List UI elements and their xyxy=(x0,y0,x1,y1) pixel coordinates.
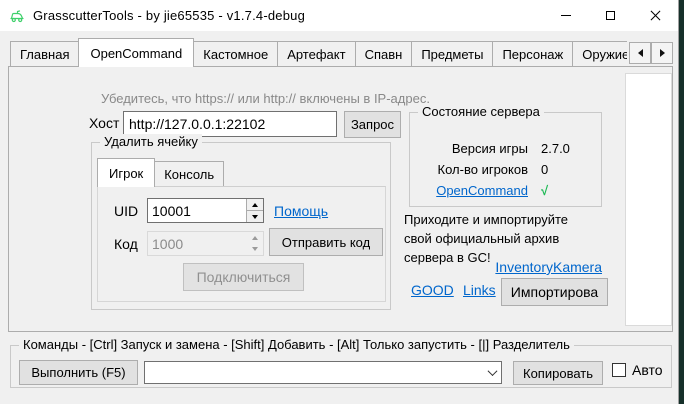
send-code-button[interactable]: Отправить код xyxy=(269,228,383,256)
side-list-panel xyxy=(625,73,672,326)
version-value: 2.7.0 xyxy=(541,141,570,156)
code-stepper xyxy=(147,231,264,256)
remove-cell-group: Удалить ячейку Игрок Консоль UID Помощь … xyxy=(91,142,391,310)
close-button[interactable] xyxy=(633,0,678,31)
opencommand-check: √ xyxy=(541,183,548,198)
players-value: 0 xyxy=(541,162,548,177)
tab-player[interactable]: Игрок xyxy=(97,158,155,187)
main-tabstrip: Главная OpenCommand Кастомное Артефакт С… xyxy=(10,38,627,67)
status-row-players: Кол-во игроков 0 xyxy=(410,162,601,177)
auto-checkbox-label: Авто xyxy=(632,362,663,378)
uid-label: UID xyxy=(114,203,138,219)
server-status-group-title: Состояние сервера xyxy=(418,104,544,119)
server-status-group: Состояние сервера Версия игры 2.7.0 Кол-… xyxy=(409,112,602,207)
code-input xyxy=(148,232,246,255)
tab-predmety[interactable]: Предметы xyxy=(411,41,493,67)
command-input[interactable] xyxy=(145,362,483,383)
commands-group-title: Команды - [Ctrl] Запуск и замена - [Shif… xyxy=(19,337,574,352)
remove-cell-tabstrip: Игрок Консоль xyxy=(97,158,224,187)
combo-dropdown-button[interactable] xyxy=(483,362,501,383)
command-combobox[interactable] xyxy=(144,361,502,384)
spin-up-button[interactable] xyxy=(247,199,263,210)
window-controls xyxy=(543,0,678,31)
opencommand-tabpage: Убедитесь, что https:// или http:// вклю… xyxy=(8,66,673,332)
tab-kastomnoe[interactable]: Кастомное xyxy=(193,41,278,67)
window-title: GrasscutterTools - by jie65535 - v1.7.4-… xyxy=(33,8,305,23)
auto-checkbox[interactable] xyxy=(612,363,626,377)
remove-cell-group-title: Удалить ячейку xyxy=(100,134,202,149)
help-link[interactable]: Помощь xyxy=(274,203,328,219)
host-label: Хост xyxy=(89,115,119,131)
version-label: Версия игры xyxy=(410,141,528,156)
maximize-icon xyxy=(606,11,615,20)
status-row-version: Версия игры 2.7.0 xyxy=(410,141,601,156)
inventorykamera-link[interactable]: InventoryKamera xyxy=(495,259,602,275)
arrow-right-icon xyxy=(660,49,665,57)
uid-spin-buttons xyxy=(246,199,263,222)
code-label: Код xyxy=(114,236,138,252)
minimize-icon xyxy=(561,15,571,16)
tab-glavnaya[interactable]: Главная xyxy=(10,41,79,67)
host-hint-text: Убедитесь, что https:// или http:// вклю… xyxy=(101,91,430,106)
tab-oruzhie[interactable]: Оружие xyxy=(572,41,627,67)
minimize-button[interactable] xyxy=(543,0,588,31)
inventorykamera-link-wrap: InventoryKamera xyxy=(404,259,602,275)
good-link[interactable]: GOOD xyxy=(411,282,454,298)
app-logo-icon xyxy=(9,8,25,24)
maximize-button[interactable] xyxy=(588,0,633,31)
spin-up-button xyxy=(246,232,263,244)
tab-console[interactable]: Консоль xyxy=(154,161,224,187)
server-status-rows: Версия игры 2.7.0 Кол-во игроков 0 OpenC… xyxy=(410,141,601,198)
tab-scroll-right-button[interactable] xyxy=(651,42,673,64)
commands-group: Команды - [Ctrl] Запуск и замена - [Shif… xyxy=(10,345,672,388)
tab-artefakt[interactable]: Артефакт xyxy=(277,41,355,67)
copy-button[interactable]: Копировать xyxy=(513,361,603,385)
links-link[interactable]: Links xyxy=(463,282,496,298)
close-icon xyxy=(650,10,661,21)
uid-input[interactable] xyxy=(148,199,246,222)
arrow-down-icon xyxy=(252,247,258,251)
chevron-down-icon xyxy=(487,366,497,376)
spin-down-button xyxy=(246,244,263,256)
auto-checkbox-wrap: Авто xyxy=(612,362,663,378)
arrow-down-icon xyxy=(252,215,258,219)
connect-button: Подключиться xyxy=(183,263,304,291)
import-button[interactable]: Импортирова xyxy=(501,278,608,306)
arrow-up-icon xyxy=(252,203,258,207)
tab-spavn[interactable]: Спавн xyxy=(355,41,413,67)
arrow-left-icon xyxy=(638,49,643,57)
uid-stepper[interactable] xyxy=(147,198,264,223)
tab-personazh[interactable]: Персонаж xyxy=(492,41,573,67)
app-window: GrasscutterTools - by jie65535 - v1.7.4-… xyxy=(0,0,678,404)
tab-opencommand[interactable]: OpenCommand xyxy=(78,38,194,67)
opencommand-link[interactable]: OpenCommand xyxy=(436,183,528,198)
run-button[interactable]: Выполнить (F5) xyxy=(19,360,138,385)
status-row-opencommand: OpenCommand √ xyxy=(410,183,601,198)
arrow-up-icon xyxy=(252,236,258,240)
code-spin-buttons xyxy=(246,232,263,255)
query-button[interactable]: Запрос xyxy=(344,111,401,138)
title-bar: GrasscutterTools - by jie65535 - v1.7.4-… xyxy=(0,0,678,31)
spin-down-button[interactable] xyxy=(247,210,263,222)
tab-scroll-left-button[interactable] xyxy=(629,42,651,64)
players-label: Кол-во игроков xyxy=(410,162,528,177)
